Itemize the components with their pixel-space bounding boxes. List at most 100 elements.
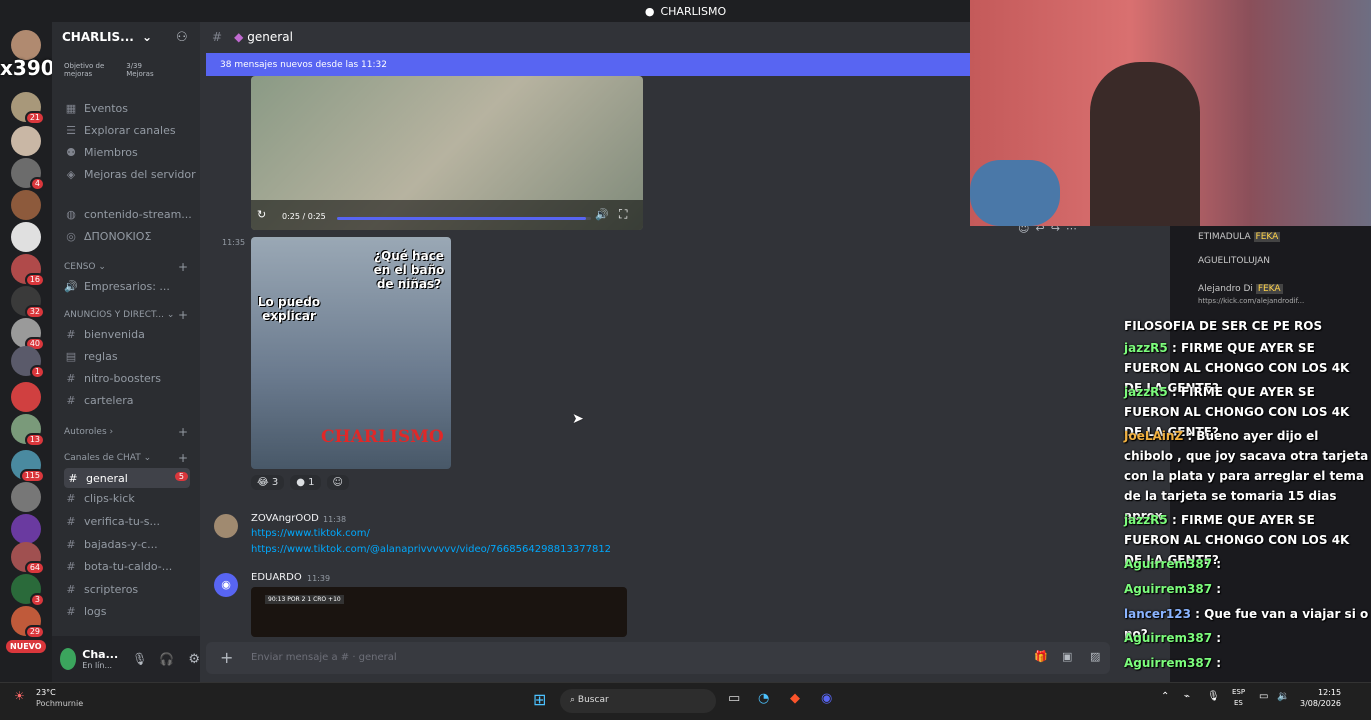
server-icon[interactable]	[11, 126, 41, 156]
message-input[interactable]: Enviar mensaje a # · general	[251, 652, 397, 663]
channel-bienvenida[interactable]: # bienvenida	[64, 328, 144, 341]
discord-taskbar-icon[interactable]: ◉	[821, 691, 832, 706]
gift-icon[interactable]: 🎁	[1034, 650, 1048, 663]
channel-general[interactable]: # general	[64, 468, 190, 488]
add-user-icon[interactable]: ⚇	[176, 30, 188, 45]
server-name-button[interactable]: CHARLIS... ⌄	[62, 30, 152, 44]
server-icon[interactable]: 16	[11, 254, 45, 287]
add-reaction-button[interactable]: ☺	[326, 475, 349, 490]
server-icon[interactable]: 32	[11, 286, 45, 319]
fullscreen-icon[interactable]: ⛶	[619, 207, 627, 222]
channel-scripteros[interactable]: # scripteros	[64, 583, 138, 596]
sidebar-item-stream[interactable]: ◍ contenido-stream...	[64, 208, 192, 221]
window-title: CHARLISMO	[660, 4, 727, 18]
video-progress-track[interactable]	[337, 217, 591, 220]
sidebar-item-browse[interactable]: ☰ Explorar canales	[64, 124, 176, 137]
taskbar-search[interactable]: ⌕ Buscar	[560, 689, 716, 713]
message-author[interactable]: ZOVAngrOOD	[251, 513, 319, 524]
file-explorer-icon[interactable]: ▭	[728, 691, 740, 706]
channel-reglas[interactable]: ▤ reglas	[64, 350, 118, 363]
sidebar-item-boosts[interactable]: ◈ Mejoras del servidor	[64, 168, 196, 181]
channel-nitro-boosters[interactable]: # nitro-boosters	[64, 372, 161, 385]
server-icon[interactable]: 4	[11, 158, 45, 191]
meme-image[interactable]: ¿Qué hace en el baño de niñas? Lo puedo …	[251, 237, 451, 469]
reaction-chip[interactable]: ● 1	[290, 475, 321, 490]
weather-place[interactable]: Pochmurnie	[36, 699, 83, 708]
gear-icon[interactable]: ⚙	[188, 652, 200, 667]
category-anuncios[interactable]: ANUNCIOS Y DIRECT... ⌄	[64, 310, 174, 320]
channel-bajadas[interactable]: # bajadas-y-c...	[64, 538, 157, 551]
channel-verifica[interactable]: # verifica-tu-s...	[64, 515, 160, 528]
hash-icon: #	[66, 515, 76, 528]
network-icon[interactable]: ⌁	[1184, 691, 1190, 702]
server-icon[interactable]	[11, 190, 41, 220]
channel-empresarios[interactable]: 🔊 Empresarios: ...	[64, 280, 170, 293]
reactions-row: 😂 3 ● 1 ☺	[251, 475, 349, 490]
channel-clips-kick[interactable]: # clips-kick	[64, 492, 134, 505]
channel-cartelera[interactable]: # cartelera	[64, 394, 133, 407]
microphone-icon[interactable]: 🎙	[132, 652, 147, 666]
boost-goal[interactable]: Objetivo de mejoras 3/39 Mejoras	[64, 62, 194, 78]
server-icon[interactable]	[11, 222, 41, 252]
server-icon[interactable]: 1	[11, 346, 45, 379]
language-top[interactable]: ESP	[1232, 688, 1245, 696]
volume-icon[interactable]: 🔊	[595, 208, 609, 221]
plus-icon[interactable]: +	[220, 648, 233, 667]
server-icon[interactable]	[11, 514, 41, 544]
channel-bota-tu-caldo[interactable]: # bota-tu-caldo-...	[64, 560, 172, 573]
message-author[interactable]: EDUARDO	[251, 572, 302, 583]
server-icon[interactable]: 115	[11, 450, 45, 483]
category-autoroles[interactable]: Autoroles ›	[64, 427, 113, 437]
server-icon[interactable]	[11, 482, 41, 512]
add-channel-icon[interactable]: +	[178, 425, 188, 439]
add-channel-icon[interactable]: +	[178, 260, 188, 274]
sidebar-item-stream-2[interactable]: ◎ ΔΠΟΝΟΚΙΟΣ	[64, 230, 151, 243]
category-censo[interactable]: CENSO ⌄	[64, 262, 106, 272]
server-icon[interactable]: 21	[11, 92, 45, 125]
server-icon[interactable]: 29	[11, 606, 45, 639]
headphones-icon[interactable]: 🎧	[159, 652, 174, 666]
server-icon[interactable]: 40	[11, 318, 45, 351]
monitor-icon[interactable]: ▭	[1259, 691, 1268, 702]
server-icon[interactable]: 64	[11, 542, 45, 575]
avatar[interactable]	[214, 514, 238, 538]
server-icon[interactable]: 13	[11, 414, 45, 447]
embedded-video[interactable]: 90:13 POR 2 1 CRO +10	[251, 587, 627, 637]
language-bottom[interactable]: ES	[1234, 699, 1243, 707]
microphone-icon[interactable]: 🎙	[1207, 691, 1220, 702]
brave-browser-icon[interactable]: ◆	[790, 691, 800, 706]
app-icon[interactable]: ◔	[758, 691, 769, 706]
stage-icon: ◎	[66, 230, 76, 243]
stream-counter: x390	[0, 56, 55, 80]
video-embed[interactable]: ↻ 0:25 / 0:25 🔊 ⛶	[251, 76, 643, 230]
meme-caption: ¿Qué hace en el baño de niñas?	[373, 249, 445, 291]
sticker-icon[interactable]: ▨	[1090, 650, 1100, 663]
message-link[interactable]: https://www.tiktok.com/@alanaprivvvvvv/v…	[251, 544, 611, 555]
avatar[interactable]	[60, 648, 77, 670]
server-icon[interactable]	[11, 382, 41, 412]
sidebar-item-events[interactable]: ▦ Eventos	[64, 102, 128, 115]
sidebar-item-members[interactable]: ⚉ Miembros	[64, 146, 138, 159]
webcam-overlay	[970, 0, 1371, 226]
channel-logs[interactable]: # logs	[64, 605, 106, 618]
add-channel-icon[interactable]: +	[178, 308, 188, 322]
reaction-chip[interactable]: 😂 3	[251, 475, 285, 490]
chevron-up-icon[interactable]: ⌃	[1161, 691, 1169, 702]
weather-temp[interactable]: 23°C	[36, 688, 56, 697]
new-messages-bar[interactable]: 38 mensajes nuevos desde las 11:32	[206, 53, 970, 76]
add-channel-icon[interactable]: +	[178, 451, 188, 465]
windows-start-icon[interactable]: ⊞	[533, 690, 546, 709]
gif-icon[interactable]: ▣	[1062, 650, 1072, 663]
hash-icon: #	[66, 583, 76, 596]
clock-time[interactable]: 12:15	[1318, 688, 1341, 697]
volume-icon[interactable]: 🔉	[1277, 691, 1289, 702]
discord-logo-icon[interactable]: ◉	[214, 573, 238, 597]
category-chat[interactable]: Canales de CHAT ⌄	[64, 453, 151, 463]
message-composer[interactable]: + Enviar mensaje a # · general 🎁 ▣ ▨	[206, 642, 1110, 674]
search-icon: ⌕	[570, 695, 576, 705]
message-link[interactable]: https://www.tiktok.com/	[251, 528, 370, 539]
clock-date[interactable]: 3/08/2026	[1300, 699, 1341, 708]
server-icon[interactable]: 3	[11, 574, 45, 607]
stream-chat-line: Aguirrem387 :	[1124, 656, 1222, 670]
replay-icon[interactable]: ↻	[257, 208, 266, 221]
